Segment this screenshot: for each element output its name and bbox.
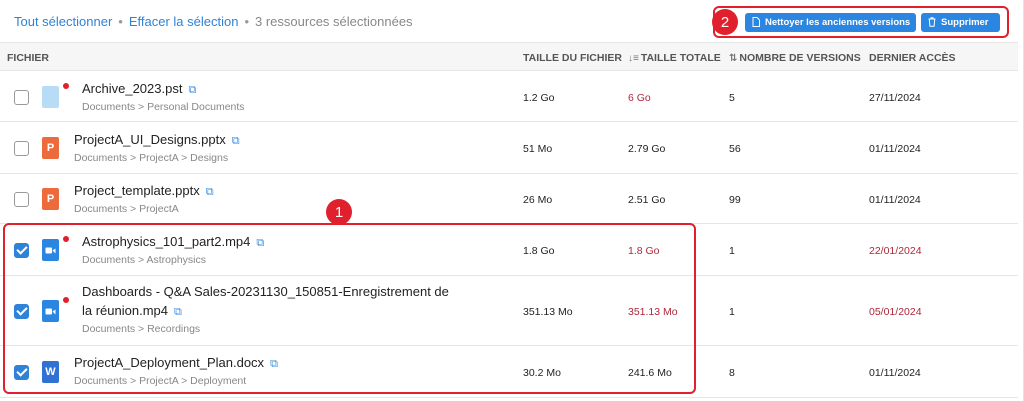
file-name[interactable]: Archive_2023.pst ⧉ — [82, 81, 196, 97]
total-size: 241.6 Mo — [628, 367, 672, 379]
total-size: 6 Go — [628, 92, 651, 104]
file-resources-panel: Tout sélectionner • Effacer la sélection • 3… — [0, 0, 1024, 401]
select-all-link[interactable]: Tout sélectionner — [14, 14, 112, 29]
annotation-badge-2: 2 — [712, 9, 738, 35]
file-path: Documents > ProjectA — [74, 203, 179, 215]
version-count: 5 — [729, 92, 735, 104]
file-size: 30.2 Mo — [523, 367, 561, 379]
clear-selection-link[interactable]: Effacer la sélection — [129, 14, 239, 29]
column-header-file-size[interactable]: TAILLE DU FICHIER — [523, 52, 622, 64]
file-path: Documents > ProjectA > Designs — [74, 152, 229, 164]
trash-icon — [928, 16, 936, 29]
table-row[interactable]: Dashboards - Q&A Sales-20231130_150851-E… — [0, 276, 1018, 346]
file-path: Documents > ProjectA > Deployment — [74, 375, 247, 387]
external-link-icon[interactable]: ⧉ — [188, 84, 196, 96]
table-row[interactable]: W ProjectA_Deployment_Plan.docx ⧉ Documen… — [0, 346, 1018, 398]
clean-old-versions-label: Nettoyer les anciennes versions — [765, 17, 911, 28]
file-path: Documents > Astrophysics — [82, 254, 207, 266]
row-checkbox[interactable] — [14, 243, 29, 258]
row-checkbox[interactable] — [14, 365, 29, 380]
sort-desc-icon: ↓≡ — [628, 53, 639, 64]
table-row[interactable]: P Project_template.pptx ⧉ Documents > Pro… — [0, 174, 1018, 224]
selection-links: Tout sélectionner • Effacer la sélection • 3… — [14, 14, 413, 29]
last-access: 01/11/2024 — [869, 194, 921, 206]
last-access: 27/11/2024 — [869, 92, 921, 104]
file-path: Documents > Recordings — [82, 323, 201, 335]
file-size: 1.8 Go — [523, 245, 555, 257]
total-size: 2.79 Go — [628, 143, 666, 155]
file-name[interactable]: ProjectA_Deployment_Plan.docx ⧉ — [74, 355, 278, 371]
file-size: 351.13 Mo — [523, 306, 573, 318]
delete-button[interactable]: Supprimer — [921, 13, 1000, 32]
document-icon — [752, 16, 760, 29]
video-icon — [42, 300, 59, 322]
row-checkbox[interactable] — [14, 90, 29, 105]
total-size: 1.8 Go — [628, 245, 660, 257]
word-icon: W — [42, 361, 59, 383]
last-access: 05/01/2024 — [869, 306, 922, 318]
powerpoint-icon: P — [42, 188, 59, 210]
file-name[interactable]: Astrophysics_101_part2.mp4 ⧉ — [82, 234, 264, 250]
annotation-badge-1: 1 — [326, 199, 352, 225]
row-checkbox[interactable] — [14, 141, 29, 156]
version-count: 56 — [729, 143, 741, 155]
last-access: 22/01/2024 — [869, 245, 922, 257]
alert-dot-icon — [63, 236, 69, 242]
file-path: Documents > Personal Documents — [82, 101, 245, 113]
video-icon — [42, 239, 59, 261]
external-link-icon[interactable]: ⧉ — [232, 135, 240, 147]
table-row[interactable]: P ProjectA_UI_Designs.pptx ⧉ Documents > … — [0, 122, 1018, 174]
column-header-file[interactable]: FICHIER — [7, 52, 49, 64]
selected-count: 3 ressources sélectionnées — [255, 14, 413, 29]
column-header-versions[interactable]: ⇅ NOMBRE DE VERSIONS — [729, 52, 861, 64]
file-name[interactable]: Dashboards - Q&A Sales-20231130_150851-E… — [82, 282, 462, 322]
table-header: FICHIER TAILLE DU FICHIER ↓≡ TAILLE TOTAL… — [0, 42, 1018, 71]
file-size: 26 Mo — [523, 194, 553, 206]
powerpoint-icon: P — [42, 137, 59, 159]
clean-old-versions-button[interactable]: Nettoyer les anciennes versions — [745, 13, 916, 32]
versions-label: NOMBRE DE VERSIONS — [739, 52, 861, 64]
external-link-icon[interactable]: ⧉ — [256, 237, 264, 249]
column-header-total-size[interactable]: ↓≡ TAILLE TOTALE — [628, 52, 721, 64]
version-count: 1 — [729, 245, 735, 257]
total-size-label: TAILLE TOTALE — [640, 52, 721, 64]
delete-label: Supprimer — [941, 17, 989, 28]
total-size: 2.51 Go — [628, 194, 666, 206]
last-access: 01/11/2024 — [869, 367, 921, 379]
row-checkbox[interactable] — [14, 192, 29, 207]
total-size: 351.13 Mo — [628, 306, 678, 318]
version-count: 99 — [729, 194, 741, 206]
version-count: 1 — [729, 306, 735, 318]
file-size: 1.2 Go — [523, 92, 555, 104]
column-header-last-access[interactable]: DERNIER ACCÈS — [869, 52, 956, 64]
alert-dot-icon — [63, 297, 69, 303]
file-name[interactable]: Project_template.pptx ⧉ — [74, 183, 214, 199]
file-name[interactable]: ProjectA_UI_Designs.pptx ⧉ — [74, 132, 240, 148]
external-link-icon[interactable]: ⧉ — [270, 358, 278, 370]
external-link-icon[interactable]: ⧉ — [174, 306, 182, 318]
table-row[interactable]: Archive_2023.pst ⧉ Documents > Personal D… — [0, 71, 1018, 122]
generic-file-icon — [42, 86, 59, 108]
sort-icon: ⇅ — [729, 53, 738, 64]
separator-dot: • — [118, 14, 123, 29]
row-checkbox[interactable] — [14, 304, 29, 319]
table-row[interactable]: Astrophysics_101_part2.mp4 ⧉ Documents > … — [0, 224, 1018, 276]
external-link-icon[interactable]: ⧉ — [206, 186, 214, 198]
alert-dot-icon — [63, 83, 69, 89]
last-access: 01/11/2024 — [869, 143, 921, 155]
file-size: 51 Mo — [523, 143, 553, 155]
version-count: 8 — [729, 367, 735, 379]
separator-dot: • — [244, 14, 250, 29]
